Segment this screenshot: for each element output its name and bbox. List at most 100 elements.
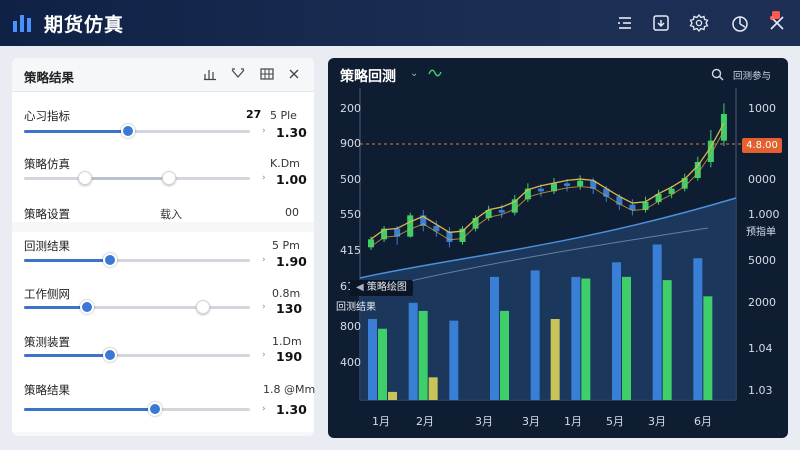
y-axis-tick: 800 (340, 320, 361, 333)
param-value: 1.30 (276, 402, 307, 417)
strategy-panel-header: 策略结果 (12, 58, 314, 92)
bar (703, 296, 713, 400)
param-value: 190 (276, 349, 303, 364)
chart-alert-icon[interactable] (730, 13, 750, 33)
bar (408, 302, 418, 400)
bar (612, 262, 621, 400)
chart-title: 策略回测 (340, 69, 396, 85)
candle (498, 210, 505, 213)
chevron-right-icon: › (262, 126, 266, 136)
slider-knob[interactable] (148, 402, 163, 416)
bar (449, 320, 459, 400)
bar (418, 310, 428, 400)
chevron-right-icon: › (262, 173, 266, 183)
bar (662, 280, 672, 400)
param-label: 心习指标 (24, 109, 70, 123)
bar (652, 244, 662, 400)
slider-knob-end[interactable] (195, 300, 210, 314)
candle (577, 180, 584, 186)
param-slider[interactable] (24, 402, 250, 416)
param-value: 130 (276, 301, 303, 316)
param-top-unit: 0.8m (272, 287, 301, 300)
param-value: 1.30 (276, 125, 307, 140)
y-axis-tick: 415 (340, 244, 361, 257)
tooltip-text: 策略绘图 (366, 282, 407, 293)
param-range-slider[interactable] (24, 171, 250, 185)
chevron-down-icon[interactable]: ⌄ (410, 68, 418, 79)
param-slider[interactable] (24, 253, 250, 267)
candle (537, 188, 544, 192)
slider-fill (24, 354, 110, 357)
y2-axis-tick: 2000 (748, 296, 776, 309)
y2-axis-tick: 1000 (748, 102, 776, 115)
list-icon[interactable] (615, 13, 635, 33)
y2-axis-tick: 1.000 (748, 208, 780, 221)
chevron-right-icon: › (262, 302, 266, 312)
search-icon[interactable] (711, 68, 724, 81)
download-icon[interactable] (651, 13, 671, 33)
backtest-chart[interactable] (328, 58, 788, 438)
param-label: 工作侧网 (24, 287, 70, 301)
candle (564, 183, 571, 186)
app-title: 期货仿真 (44, 14, 125, 36)
param-label: 策略结果 (24, 383, 70, 397)
candle (407, 215, 414, 237)
tools-icon[interactable] (767, 13, 787, 33)
x-axis-tick: 6月 (694, 415, 712, 428)
close-icon[interactable] (286, 66, 302, 82)
bar (693, 258, 703, 400)
y2-axis-label: 预指单 (746, 227, 776, 238)
param-top-unit: 1.Dm (272, 335, 302, 348)
param-label: 策测装置 (24, 335, 70, 349)
x-axis-tick: 5月 (606, 415, 624, 428)
param-top-unit: 5 Ple (270, 109, 297, 122)
bar (500, 310, 509, 400)
slider-knob-end[interactable] (161, 171, 176, 185)
backtest-chart-panel: 策略回测 ⌄ 回测参与 200 900 500 550 415 610 800 … (328, 58, 788, 438)
param-label: 回测结果 (24, 239, 70, 253)
x-axis-tick: 2月 (416, 415, 434, 428)
bar (388, 391, 397, 400)
chevron-right-icon: › (262, 255, 266, 265)
slider-fill (85, 177, 169, 180)
x-axis-tick: 3月 (475, 415, 493, 428)
tooltip-line1: ◀ 策略绘图 (350, 280, 413, 296)
param-label: 策略仿真 (24, 157, 70, 171)
backtest-link[interactable]: 回测参与 (733, 68, 771, 82)
param-value: 1.00 (276, 172, 307, 187)
wave-icon[interactable] (428, 66, 444, 80)
bar (378, 328, 387, 400)
panel-title: 策略结果 (24, 70, 75, 85)
y-axis-tick: 900 (340, 137, 361, 150)
bar (622, 276, 631, 400)
x-axis-tick: 1月 (564, 415, 582, 428)
param-top-unit: 1.8 @Mm (263, 383, 316, 396)
param-value: 1.90 (276, 254, 307, 269)
param-top-value: 27 (246, 108, 262, 121)
param-slider[interactable] (24, 124, 250, 138)
settings-icon[interactable] (689, 13, 709, 33)
bar (428, 377, 438, 400)
bar-chart-icon[interactable] (202, 66, 218, 82)
x-axis-tick: 3月 (648, 415, 666, 428)
bar (530, 270, 540, 400)
bar (550, 319, 560, 400)
grid-icon[interactable] (259, 66, 275, 82)
y-axis-tick: 550 (340, 208, 361, 221)
y2-axis-tick: 1.03 (748, 384, 773, 397)
filter-icon[interactable] (230, 66, 246, 82)
chevron-right-icon: › (262, 404, 266, 414)
slider-fill (24, 130, 128, 133)
load-button[interactable]: 载入 (160, 206, 182, 222)
slider-knob[interactable] (120, 124, 135, 138)
slider-knob-start[interactable] (78, 171, 93, 185)
y-axis-tick: 500 (340, 173, 361, 186)
param-label: 策略设置 (24, 207, 70, 221)
slider-fill (24, 259, 110, 262)
y2-axis-tick: 5000 (748, 254, 776, 267)
slider-knob[interactable] (102, 253, 117, 267)
slider-knob[interactable] (102, 348, 117, 362)
param-slider[interactable] (24, 348, 250, 362)
chevron-right-icon: › (262, 350, 266, 360)
param-range-slider[interactable] (24, 300, 250, 314)
